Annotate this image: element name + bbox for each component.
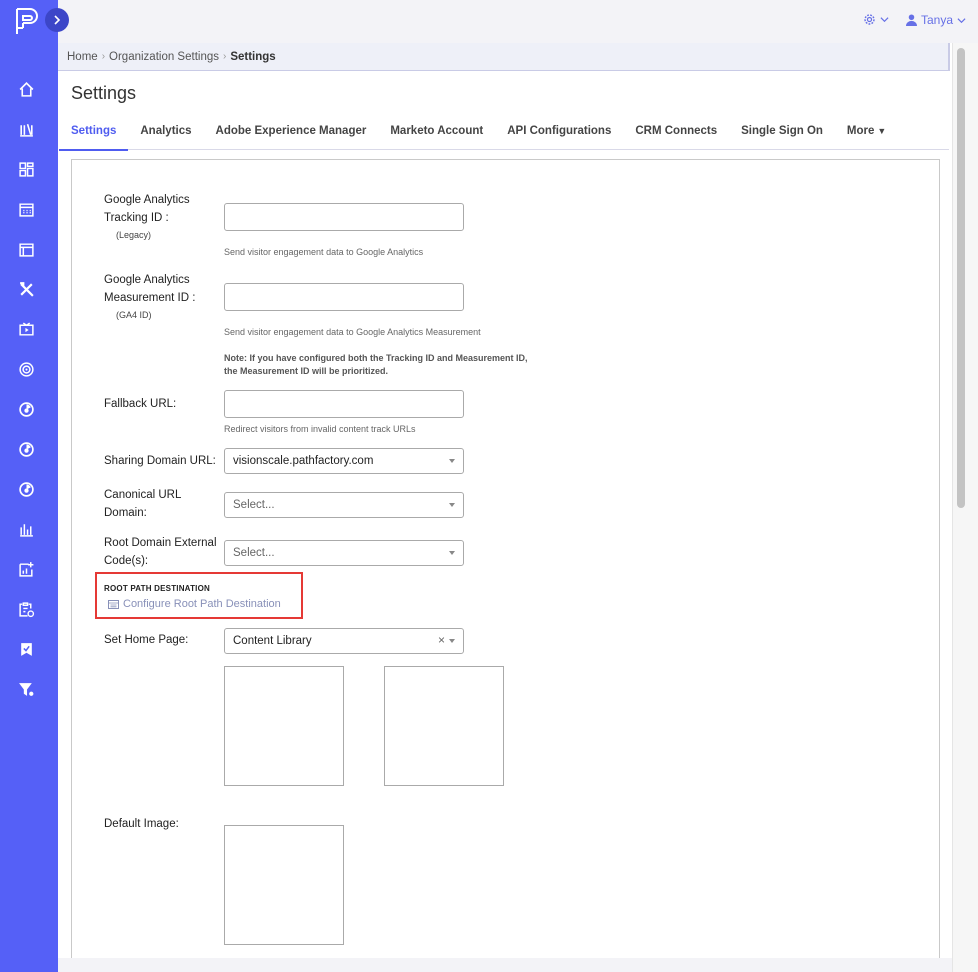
home-page-label: Set Home Page: (104, 634, 189, 646)
caret-down-icon: ▼ (877, 126, 887, 136)
pathfactory-logo[interactable] (14, 6, 42, 36)
ga-measurement-hint: Send visitor engagement data to Google A… (224, 327, 481, 337)
tab-crm-connects[interactable]: CRM Connects (623, 117, 729, 150)
ga-priority-note-line-1: Note: If you have configured both the Tr… (224, 353, 528, 363)
expand-sidebar-button[interactable] (45, 8, 69, 32)
ga-tracking-label: Google Analytics Tracking ID : (104, 191, 190, 227)
default-image-upload[interactable] (224, 825, 344, 945)
tools-icon[interactable] (17, 280, 35, 298)
ga-priority-note: Note: If you have configured both the Tr… (224, 352, 528, 378)
clear-icon[interactable]: × (438, 633, 445, 647)
ga-measurement-label-line-1: Google Analytics (104, 274, 190, 286)
root-domain-label: Root Domain External Code(s): (104, 534, 217, 570)
fallback-url-input[interactable] (224, 390, 464, 418)
tab-single-sign-on[interactable]: Single Sign On (729, 117, 835, 150)
tab-settings[interactable]: Settings (59, 117, 129, 151)
video-icon[interactable] (17, 320, 35, 338)
campaign-icon-3[interactable] (17, 480, 35, 498)
settings-menu[interactable] (863, 13, 889, 26)
campaign-icon-2[interactable] (17, 440, 35, 458)
tab-more[interactable]: More ▼ (835, 117, 898, 150)
home-page-image-1[interactable] (224, 666, 344, 786)
canonical-domain-select[interactable]: Select... (224, 492, 464, 518)
tab-bar: Settings Analytics Adobe Experience Mana… (59, 117, 949, 151)
home-icon[interactable] (17, 80, 35, 98)
tab-analytics[interactable]: Analytics (128, 117, 203, 150)
root-domain-label-line-2: Code(s): (104, 555, 149, 567)
page-title: Settings (71, 83, 137, 103)
top-bar: Tanya (58, 0, 978, 43)
user-menu[interactable]: Tanya (905, 13, 966, 27)
campaign-icon[interactable] (17, 400, 35, 418)
tab-more-label: More (846, 125, 875, 137)
chevron-down-icon (957, 17, 966, 23)
breadcrumb-separator: › (222, 51, 227, 62)
configure-root-path-label: Configure Root Path Destination (123, 598, 281, 610)
dropdown-arrow-icon (449, 551, 455, 555)
canonical-domain-placeholder: Select... (233, 499, 275, 511)
bookmark-check-icon[interactable] (17, 640, 35, 658)
home-page-image-2[interactable] (384, 666, 504, 786)
home-page-select[interactable]: Content Library × (224, 628, 464, 654)
root-path-destination-title: ROOT PATH DESTINATION (104, 584, 210, 593)
breadcrumb-current: Settings (230, 50, 276, 63)
sharing-domain-select[interactable]: visionscale.pathfactory.com (224, 448, 464, 474)
ga-measurement-input[interactable] (224, 283, 464, 311)
root-domain-label-line-1: Root Domain External (104, 537, 217, 549)
breadcrumb: Home › Organization Settings › Settings (58, 43, 950, 71)
fallback-url-hint: Redirect visitors from invalid content t… (224, 424, 416, 434)
user-name: Tanya (920, 13, 953, 27)
default-image-label: Default Image: (104, 818, 179, 830)
target-icon[interactable] (17, 360, 35, 378)
user-icon (905, 14, 917, 26)
dropdown-arrow-icon (449, 503, 455, 507)
sharing-domain-label: Sharing Domain URL: (104, 455, 216, 467)
chevron-right-icon (54, 15, 61, 25)
ga-measurement-label-line-2: Measurement ID : (104, 292, 196, 304)
calendar-icon[interactable] (17, 200, 35, 218)
fallback-url-label: Fallback URL: (104, 398, 177, 410)
dropdown-arrow-icon (449, 459, 455, 463)
clipboard-icon[interactable] (17, 600, 35, 618)
scrollbar-thumb[interactable] (957, 48, 965, 508)
gear-icon (864, 14, 875, 25)
footer-strip (58, 958, 952, 972)
breadcrumb-separator: › (101, 51, 106, 62)
tab-marketo-account[interactable]: Marketo Account (378, 117, 495, 150)
root-domain-placeholder: Select... (233, 547, 275, 559)
dashboard-icon[interactable] (17, 160, 35, 178)
ga-tracking-input[interactable] (224, 203, 464, 231)
chevron-down-icon (880, 17, 889, 23)
scrollbar-track[interactable] (952, 43, 978, 972)
breadcrumb-home[interactable]: Home (67, 51, 98, 63)
configure-root-path-link[interactable]: Configure Root Path Destination (108, 598, 281, 610)
ga-tracking-sublabel: (Legacy) (116, 230, 152, 240)
ga-tracking-hint: Send visitor engagement data to Google A… (224, 247, 424, 257)
window-icon[interactable] (17, 240, 35, 258)
ga-priority-note-line-2: the Measurement ID will be prioritized. (224, 366, 389, 376)
dropdown-arrow-icon (449, 639, 455, 643)
ga-tracking-label-line-2: Tracking ID : (104, 212, 169, 224)
highlight-box (95, 572, 303, 619)
ga-measurement-sublabel: (GA4 ID) (116, 310, 152, 320)
root-domain-select[interactable]: Select... (224, 540, 464, 566)
report-add-icon[interactable] (17, 560, 35, 578)
bar-chart-icon[interactable] (17, 520, 35, 538)
canonical-domain-label-line-2: Domain: (104, 507, 147, 519)
tab-api-configurations[interactable]: API Configurations (495, 117, 623, 150)
canonical-domain-label-line-1: Canonical URL (104, 489, 182, 501)
canonical-domain-label: Canonical URL Domain: (104, 486, 181, 522)
ga-measurement-label: Google Analytics Measurement ID : (104, 271, 195, 307)
ga-tracking-label-line-1: Google Analytics (104, 194, 190, 206)
breadcrumb-organization-settings[interactable]: Organization Settings (109, 51, 219, 63)
home-page-value: Content Library (233, 635, 312, 647)
window-icon (108, 599, 119, 609)
filter-icon[interactable] (17, 680, 35, 698)
tab-adobe-experience-manager[interactable]: Adobe Experience Manager (204, 117, 379, 150)
sharing-domain-value: visionscale.pathfactory.com (233, 455, 374, 467)
library-icon[interactable] (17, 120, 35, 138)
